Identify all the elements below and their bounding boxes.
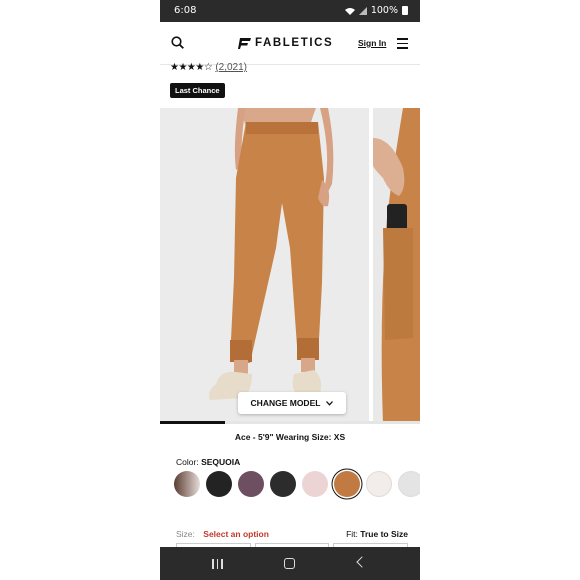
color-swatch[interactable]	[302, 471, 328, 497]
gallery-progress-fill	[160, 421, 225, 424]
size-label: Size:	[176, 529, 195, 539]
chevron-down-icon	[326, 400, 334, 406]
fit-info: Fit: True to Size	[346, 529, 408, 539]
back-button[interactable]	[356, 556, 368, 568]
pocket-detail-illustration	[373, 108, 420, 424]
color-swatch[interactable]	[270, 471, 296, 497]
selected-color-name: SEQUOIA	[201, 457, 241, 467]
gallery-progress	[160, 421, 420, 424]
jogger-pants-illustration	[160, 108, 369, 424]
product-gallery[interactable]	[160, 108, 420, 424]
wifi-icon	[344, 7, 355, 15]
product-rating: ★★★★☆ (2,021)	[170, 62, 247, 73]
last-chance-badge: Last Chance	[170, 83, 225, 98]
status-icons: 100%	[344, 5, 408, 16]
battery-percent: 100%	[370, 5, 398, 16]
color-label: Color: SEQUOIA	[176, 457, 240, 467]
color-swatch[interactable]	[238, 471, 264, 497]
color-label-text: Color:	[176, 457, 199, 467]
status-time: 6:08	[174, 5, 197, 16]
logo-mark-icon	[238, 37, 251, 49]
signal-icon	[358, 6, 367, 15]
color-swatch[interactable]	[206, 471, 232, 497]
fit-label: Fit:	[346, 529, 358, 539]
star-rating: ★★★★☆	[170, 62, 213, 73]
color-swatches	[174, 471, 420, 497]
color-swatch[interactable]	[366, 471, 392, 497]
system-nav-bar	[160, 547, 420, 580]
change-model-button[interactable]: CHANGE MODEL	[238, 392, 346, 414]
battery-icon	[402, 6, 408, 15]
color-swatch[interactable]	[174, 471, 200, 497]
sign-in-link[interactable]: Sign In	[358, 38, 386, 48]
menu-icon[interactable]	[397, 38, 408, 49]
review-count-link[interactable]: (2,021)	[215, 62, 247, 73]
status-bar: 6:08 100%	[160, 0, 420, 22]
logo-text: FABLETICS	[255, 37, 334, 49]
size-row: Size: Select an option Fit: True to Size	[176, 529, 408, 539]
phone-screen: 6:08 100% FABLETICS Sign In ★★★★☆ (2,021…	[160, 0, 420, 580]
product-image-main[interactable]	[160, 108, 369, 424]
model-info: Ace - 5'9" Wearing Size: XS	[234, 432, 346, 442]
change-model-label: CHANGE MODEL	[250, 398, 321, 408]
product-image-secondary[interactable]	[373, 108, 420, 424]
home-button[interactable]	[284, 558, 295, 569]
site-header: FABLETICS Sign In	[160, 22, 420, 65]
color-swatch[interactable]	[398, 471, 420, 497]
color-swatch[interactable]	[334, 471, 360, 497]
search-icon[interactable]	[171, 36, 184, 49]
fabletics-logo[interactable]: FABLETICS	[238, 37, 333, 49]
size-select-prompt: Select an option	[203, 529, 269, 539]
fit-value: True to Size	[360, 529, 408, 539]
recent-apps-button[interactable]	[212, 559, 224, 569]
